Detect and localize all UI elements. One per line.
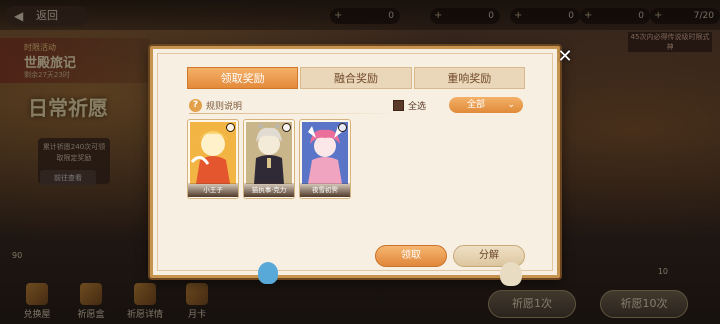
close-icon[interactable]: ✕ [556, 48, 574, 66]
filter-dropdown[interactable]: 全部 ⌄ [449, 97, 523, 113]
rules-label: 规则说明 [206, 101, 243, 112]
reward-modal: 领取奖励 融合奖励 重响奖励 ? 规则说明 全选 全部 ⌄ 小王子 猫执事·克力… [150, 46, 560, 278]
rules-link[interactable]: ? 规则说明 [189, 97, 242, 113]
select-badge[interactable] [282, 123, 291, 132]
mascot-sprite [500, 262, 522, 286]
card-name: 猫执事·克力 [244, 183, 294, 197]
card-name: 夜雪初霁 [300, 183, 350, 197]
select-all-checkbox[interactable] [393, 100, 404, 111]
reward-card[interactable]: 猫执事·克力 [243, 119, 295, 199]
reward-card[interactable]: 小王子 [187, 119, 239, 199]
tab-fusion-rewards[interactable]: 融合奖励 [300, 67, 412, 89]
mascot-sprite [258, 262, 278, 284]
tab-claim-rewards[interactable]: 领取奖励 [187, 67, 299, 89]
tab-resonance-rewards[interactable]: 重响奖励 [413, 67, 525, 89]
help-icon: ? [189, 98, 202, 112]
claim-button[interactable]: 领取 [375, 245, 447, 267]
reward-card-list: 小王子 猫执事·克力 夜雪初霁 [187, 119, 355, 199]
rules-divider [189, 113, 397, 114]
select-all-toggle[interactable]: 全选 [393, 99, 426, 112]
card-name: 小王子 [188, 183, 238, 197]
select-badge[interactable] [338, 123, 347, 132]
filter-value: 全部 [467, 100, 486, 110]
select-badge[interactable] [226, 123, 235, 132]
chevron-down-icon: ⌄ [507, 100, 515, 110]
reward-card[interactable]: 夜雪初霁 [299, 119, 351, 199]
select-all-label: 全选 [408, 102, 427, 112]
reward-tabs: 领取奖励 融合奖励 重响奖励 [187, 67, 527, 89]
